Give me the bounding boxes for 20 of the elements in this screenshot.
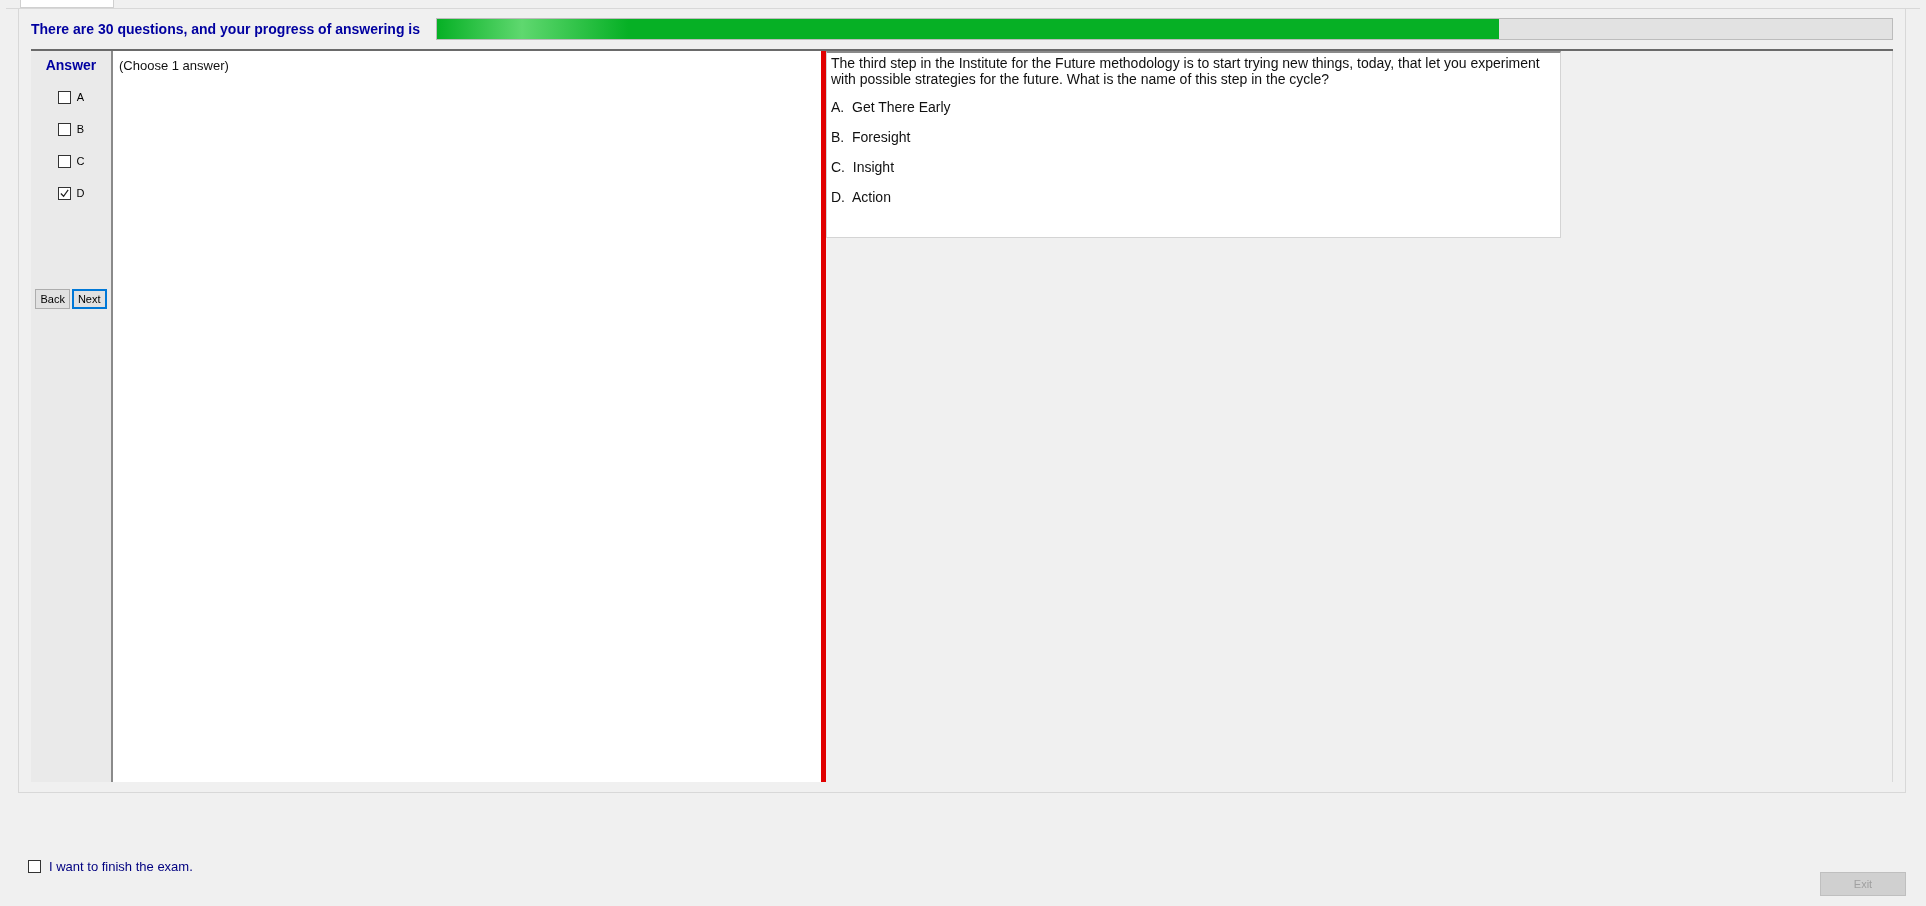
choice-text: D. Action	[831, 189, 892, 205]
checkbox[interactable]	[57, 90, 71, 104]
finish-label: I want to finish the exam.	[49, 859, 193, 874]
answer-hint: (Choose 1 answer)	[119, 58, 229, 73]
next-button[interactable]: Next	[71, 289, 107, 309]
question-text: The third step in the Institute for the Future methodology is to start trying new things, today, that let you experiment with possible strategies for the future. What is the name of this step in the cycle?	[831, 55, 1541, 87]
option-label: B	[76, 123, 85, 135]
choice-text: A. Get There Early	[831, 99, 952, 115]
checkbox[interactable]	[57, 186, 71, 200]
checkbox[interactable]	[57, 154, 71, 168]
back-button[interactable]: Back	[35, 289, 70, 309]
choice-text: C. Insight	[831, 159, 896, 175]
option-label: C	[76, 155, 85, 167]
option-label: A	[76, 91, 85, 103]
answer-title: Answer	[45, 57, 97, 73]
checkbox[interactable]	[57, 122, 71, 136]
choice-text: B. Foresight	[831, 129, 912, 145]
progress-label: There are 30 questions, and your progress of answering is	[31, 21, 420, 37]
checkbox[interactable]	[28, 860, 41, 873]
option-label: D	[76, 187, 85, 199]
